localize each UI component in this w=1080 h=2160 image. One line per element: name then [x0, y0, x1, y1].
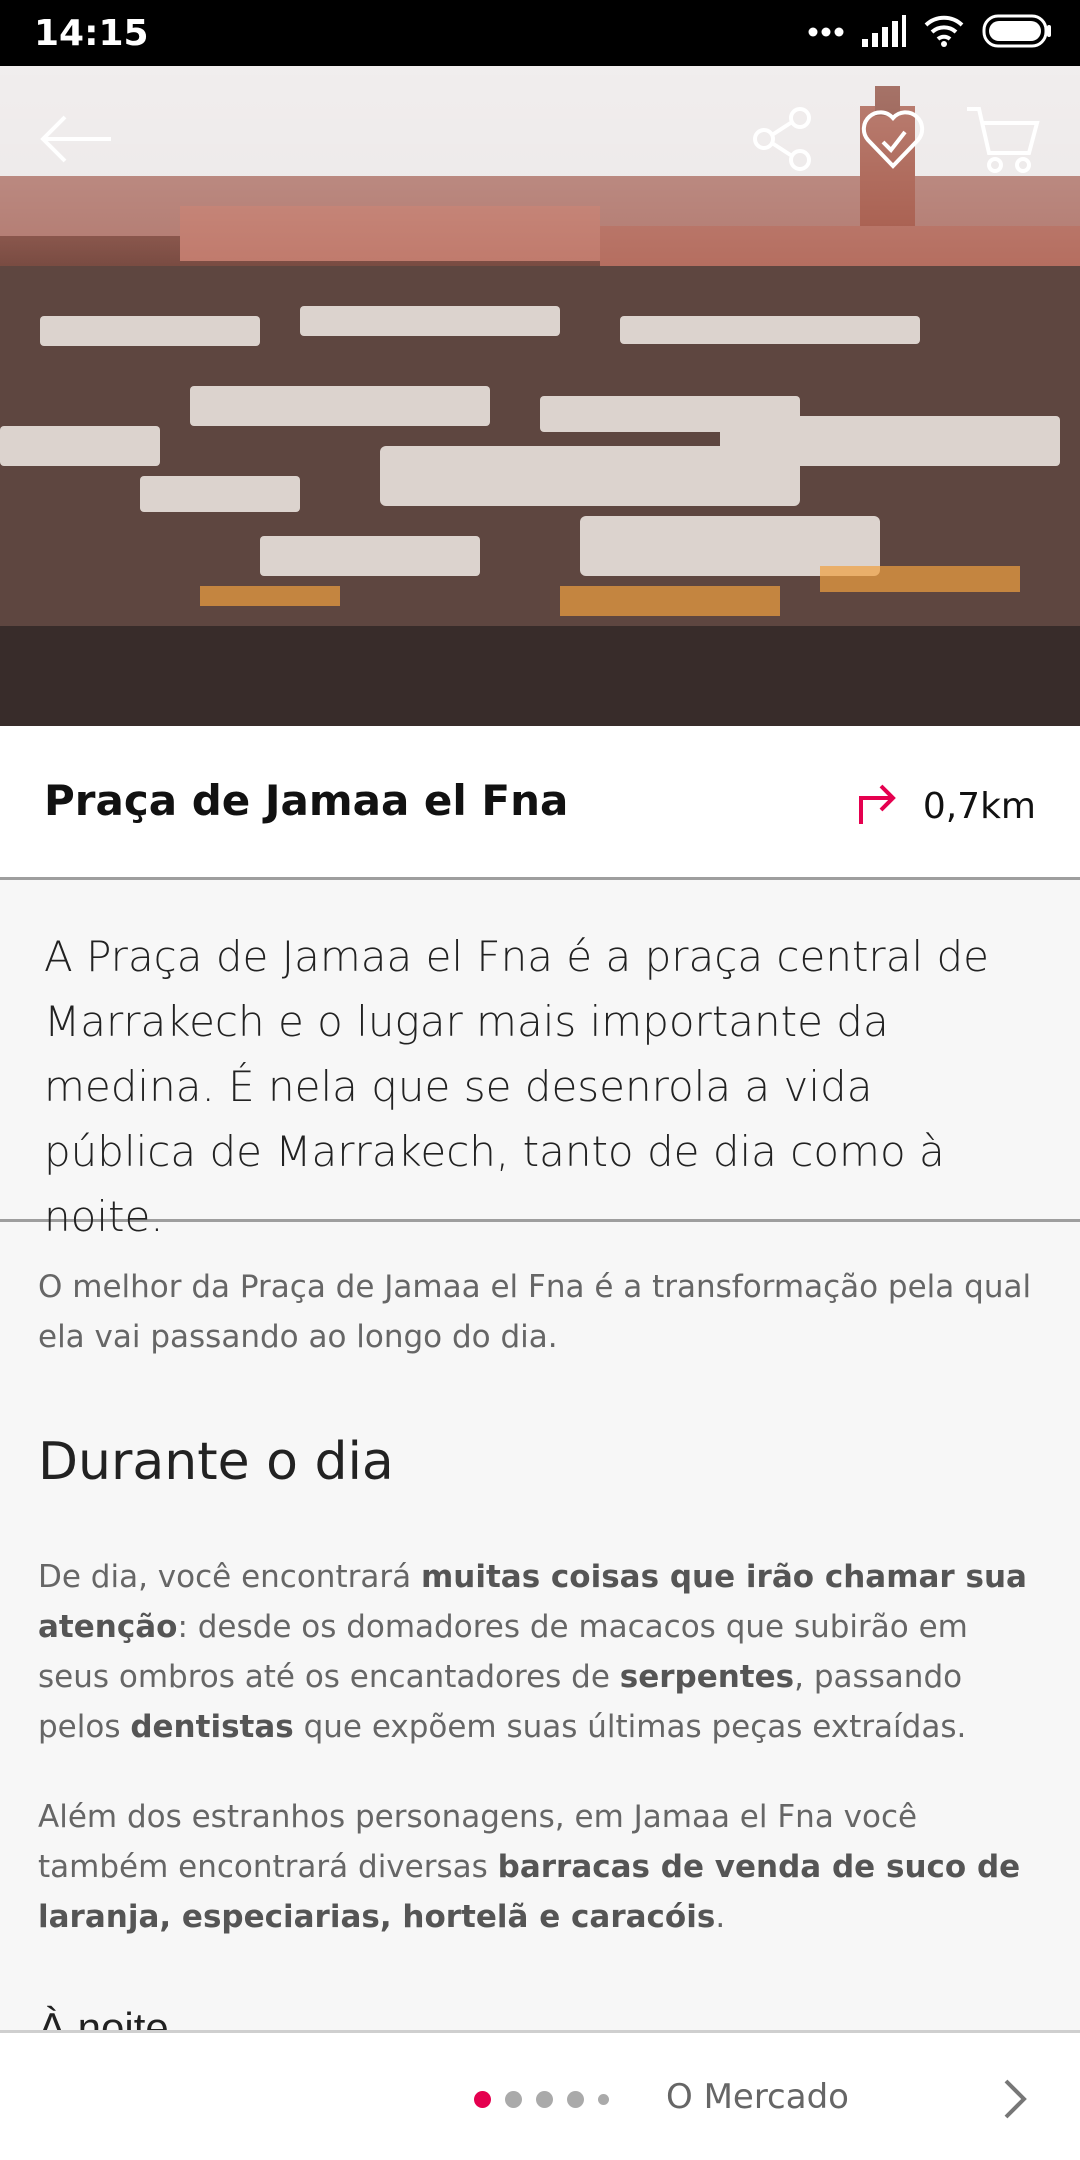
cart-button[interactable]	[958, 96, 1048, 186]
battery-icon	[982, 14, 1052, 53]
status-time: 14:15	[34, 13, 149, 54]
page-dot-3[interactable]	[536, 2091, 553, 2108]
article-content: O melhor da Praça de Jamaa el Fna é a tr…	[0, 1222, 1080, 2030]
wifi-icon	[924, 15, 964, 52]
distance-value: 0,7km	[922, 786, 1036, 827]
share-icon	[748, 104, 818, 179]
favorite-button[interactable]	[848, 96, 938, 186]
bottom-pager: O Mercado	[0, 2030, 1080, 2160]
next-page-label[interactable]: O Mercado	[666, 2077, 849, 2117]
back-button[interactable]	[30, 96, 120, 186]
signal-icon	[862, 15, 906, 52]
section-heading: Durante o dia	[38, 1432, 394, 1492]
next-page-button[interactable]	[990, 2071, 1040, 2127]
directions-icon	[855, 778, 899, 835]
chevron-right-icon	[990, 2079, 1040, 2131]
page-dot-5[interactable]	[598, 2094, 609, 2105]
intro-section: A Praça de Jamaa el Fna é a praça centra…	[0, 880, 1080, 1241]
lead-paragraph: O melhor da Praça de Jamaa el Fna é a tr…	[38, 1269, 1032, 1355]
intro-text: A Praça de Jamaa el Fna é a praça centra…	[44, 932, 989, 1241]
status-bar: 14:15	[0, 0, 1080, 66]
place-title: Praça de Jamaa el Fna	[44, 776, 569, 825]
paragraph-stalls: Além dos estranhos personagens, em Jamaa…	[38, 1799, 1021, 1935]
page-dot-4[interactable]	[567, 2091, 584, 2108]
page-dot-1[interactable]	[474, 2091, 491, 2108]
page-indicator	[474, 2091, 609, 2108]
back-arrow-icon	[35, 109, 115, 174]
hero-image	[0, 66, 1080, 726]
paragraph-day: De dia, você encontrará muitas coisas qu…	[38, 1559, 1027, 1745]
page-dot-2[interactable]	[505, 2091, 522, 2108]
cart-icon	[963, 99, 1043, 184]
directions-button[interactable]: 0,7km	[855, 778, 1036, 835]
favorite-icon	[858, 104, 928, 179]
place-header: Praça de Jamaa el Fna 0,7km	[0, 726, 1080, 880]
share-button[interactable]	[738, 96, 828, 186]
more-icon	[808, 25, 844, 43]
next-heading-cut: À noite	[38, 2004, 169, 2030]
